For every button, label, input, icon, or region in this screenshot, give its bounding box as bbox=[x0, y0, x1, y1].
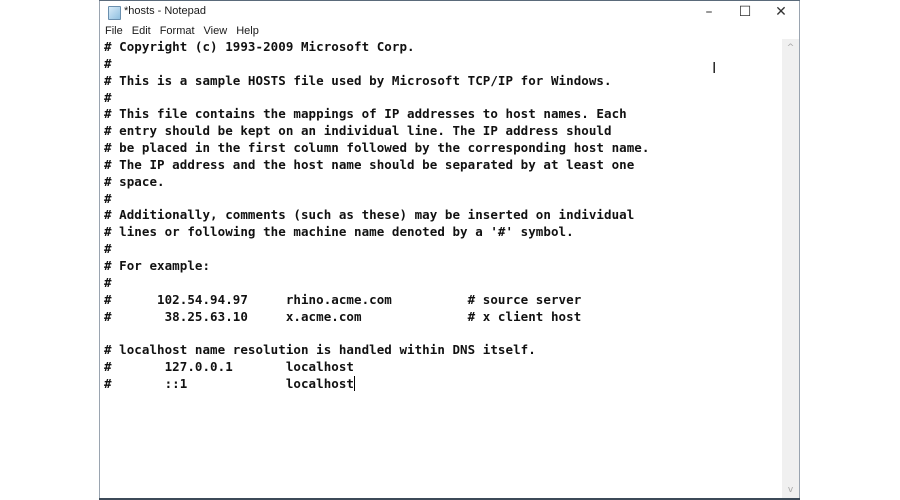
text-line: # For example: bbox=[104, 257, 211, 273]
close-button[interactable]: ✕ bbox=[763, 1, 799, 23]
text-editor[interactable]: # Copyright (c) 1993-2009 Microsoft Corp… bbox=[100, 39, 782, 498]
text-line: # entry should be kept on an individual … bbox=[104, 123, 612, 139]
text-line: # This file contains the mappings of IP … bbox=[104, 106, 627, 122]
menu-file[interactable]: File bbox=[100, 23, 127, 39]
window-title: *hosts - Notepad bbox=[124, 5, 206, 17]
text-line: # bbox=[104, 89, 112, 105]
scroll-down-arrow-icon[interactable]: v bbox=[782, 481, 799, 498]
maximize-button[interactable]: ☐ bbox=[727, 1, 763, 23]
text-cursor-ibeam-icon: I bbox=[712, 59, 717, 77]
editor-text[interactable]: # Copyright (c) 1993-2009 Microsoft Corp… bbox=[104, 39, 649, 393]
vertical-scrollbar[interactable]: ^ v bbox=[782, 39, 799, 498]
minimize-button[interactable]: – bbox=[691, 1, 727, 23]
text-caret bbox=[354, 375, 355, 391]
text-line: # localhost name resolution is handled w… bbox=[104, 342, 536, 358]
text-line: # space. bbox=[104, 173, 165, 189]
scroll-up-arrow-icon[interactable]: ^ bbox=[782, 39, 799, 56]
text-line: # 127.0.0.1 localhost bbox=[104, 359, 354, 375]
text-line: # be placed in the first column followed… bbox=[104, 140, 650, 156]
menu-help[interactable]: Help bbox=[231, 23, 263, 39]
text-line bbox=[104, 325, 649, 342]
menu-bar: File Edit Format View Help bbox=[100, 23, 799, 39]
text-line: # Additionally, comments (such as these)… bbox=[104, 207, 635, 223]
text-line: # ::1 localhost bbox=[104, 375, 355, 391]
text-line: # bbox=[104, 241, 112, 257]
menu-view[interactable]: View bbox=[199, 23, 232, 39]
notepad-app-icon bbox=[108, 6, 121, 20]
title-bar[interactable]: *hosts - Notepad – ☐ ✕ bbox=[100, 1, 799, 23]
text-line: # bbox=[104, 55, 112, 71]
text-line: # This is a sample HOSTS file used by Mi… bbox=[104, 72, 612, 88]
text-line: # Copyright (c) 1993-2009 Microsoft Corp… bbox=[104, 39, 415, 54]
text-line: # bbox=[104, 190, 112, 206]
text-line: # bbox=[104, 274, 112, 290]
text-line: # The IP address and the host name shoul… bbox=[104, 156, 635, 172]
notepad-window: *hosts - Notepad – ☐ ✕ File Edit Format … bbox=[99, 0, 800, 500]
menu-format[interactable]: Format bbox=[155, 23, 199, 39]
text-line: # 38.25.63.10 x.acme.com # x client host bbox=[104, 308, 582, 324]
text-line: # lines or following the machine name de… bbox=[104, 224, 574, 240]
text-line: # 102.54.94.97 rhino.acme.com # source s… bbox=[104, 291, 582, 307]
menu-edit[interactable]: Edit bbox=[127, 23, 155, 39]
